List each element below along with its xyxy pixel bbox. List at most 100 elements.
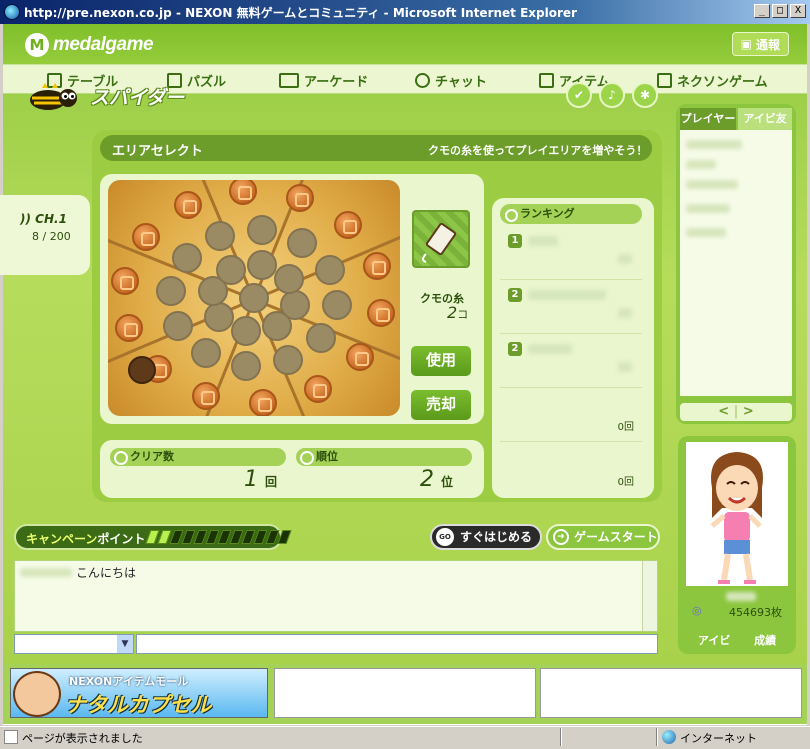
rank-value: 2 位 bbox=[420, 467, 453, 492]
sell-button[interactable]: 売却 bbox=[408, 387, 474, 423]
blurred-player[interactable] bbox=[686, 180, 738, 189]
status-divider bbox=[560, 728, 562, 746]
nav-label: チャット bbox=[435, 75, 487, 90]
ad-banner-item-mall[interactable]: NEXONアイテムモール ナタルカプセル bbox=[10, 668, 268, 718]
ad-slot[interactable] bbox=[540, 668, 802, 718]
medal-cell[interactable] bbox=[132, 223, 161, 252]
avatar-links: アイビ 成績 bbox=[686, 632, 788, 648]
web-cell[interactable] bbox=[314, 255, 345, 286]
web-cell[interactable] bbox=[321, 289, 352, 320]
web-center-cell[interactable] bbox=[239, 283, 269, 313]
campaign-label-a: キャンペーン bbox=[26, 532, 98, 546]
blurred-sender bbox=[20, 568, 72, 577]
medal-cell[interactable] bbox=[248, 388, 277, 416]
web-cell[interactable] bbox=[261, 311, 292, 342]
channel-count: 8 / 200 bbox=[32, 230, 71, 243]
title-bar[interactable]: http://pre.nexon.co.jp - NEXON 無料ゲームとコミュ… bbox=[0, 0, 810, 24]
medal-cell[interactable] bbox=[333, 210, 362, 239]
campaign-label-b: ポイント bbox=[97, 532, 146, 546]
stats-link[interactable]: 成績 bbox=[754, 632, 776, 648]
chat-target-select[interactable]: ▼ bbox=[14, 634, 134, 654]
web-cell[interactable] bbox=[163, 310, 194, 341]
medal-cell[interactable] bbox=[286, 184, 315, 213]
blurred-name bbox=[528, 290, 606, 300]
quick-start-button[interactable]: GO すぐはじめる bbox=[430, 524, 542, 550]
spider-web-board[interactable] bbox=[108, 180, 400, 416]
web-cell[interactable] bbox=[216, 254, 247, 285]
web-cell[interactable] bbox=[204, 221, 235, 251]
medal-cell[interactable] bbox=[229, 180, 258, 206]
prev-page-button[interactable]: < bbox=[718, 404, 729, 419]
nav-item-nexon-games[interactable]: ネクソンゲーム bbox=[657, 71, 768, 90]
web-cell[interactable] bbox=[230, 316, 261, 347]
nav-item-chat[interactable]: チャット bbox=[415, 71, 487, 90]
medal-cell[interactable] bbox=[115, 314, 144, 343]
nav-label: ネクソンゲーム bbox=[677, 75, 768, 90]
ranking-row: 2 bbox=[500, 282, 642, 334]
web-cell[interactable] bbox=[156, 276, 187, 307]
blurred-player[interactable] bbox=[686, 140, 742, 149]
medal-cell[interactable] bbox=[366, 298, 395, 327]
blurred-score bbox=[618, 308, 632, 318]
web-cell[interactable] bbox=[273, 264, 304, 295]
web-cell[interactable] bbox=[204, 301, 235, 332]
player-list bbox=[680, 130, 792, 396]
medal-cell[interactable] bbox=[111, 267, 140, 296]
item-count: 2コ bbox=[447, 303, 468, 322]
medal-cell[interactable] bbox=[362, 251, 391, 280]
web-cell[interactable] bbox=[247, 215, 278, 246]
tab-aibi-friends[interactable]: アイビ友 bbox=[738, 108, 792, 130]
medal-cell[interactable] bbox=[303, 374, 332, 403]
report-button[interactable]: ▣ 通報 bbox=[731, 32, 789, 56]
campaign-gauge bbox=[145, 530, 292, 544]
use-button[interactable]: 使用 bbox=[408, 343, 474, 379]
badge-icon: ✔ bbox=[573, 88, 585, 102]
maximize-button[interactable]: □ bbox=[772, 4, 788, 18]
web-cell[interactable] bbox=[190, 338, 221, 369]
aibi-link[interactable]: アイビ bbox=[698, 632, 730, 648]
page-icon bbox=[4, 730, 18, 744]
channel-name: CH.1 bbox=[35, 212, 67, 226]
medal-cell[interactable] bbox=[174, 191, 203, 220]
blurred-name bbox=[528, 236, 558, 246]
minimize-button[interactable]: _ bbox=[754, 4, 770, 18]
web-cell[interactable] bbox=[306, 322, 337, 353]
blurred-score bbox=[618, 254, 632, 264]
window-title: http://pre.nexon.co.jp - NEXON 無料ゲームとコミュ… bbox=[24, 5, 577, 20]
web-cell[interactable] bbox=[273, 344, 304, 375]
chat-scrollbar[interactable] bbox=[642, 561, 657, 631]
blurred-player[interactable] bbox=[686, 160, 716, 169]
tab-players[interactable]: プレイヤー bbox=[680, 108, 736, 130]
next-page-button[interactable]: > bbox=[743, 404, 754, 419]
avatar bbox=[686, 442, 788, 586]
spider-thread-icon bbox=[412, 210, 470, 268]
ad-banner-top-text: NEXONアイテムモール bbox=[69, 675, 189, 688]
cleared-cell[interactable] bbox=[128, 356, 156, 384]
medal-cell[interactable] bbox=[191, 381, 220, 410]
nav-item-arcade[interactable]: アーケード bbox=[279, 71, 368, 90]
sound-button[interactable]: ♪ bbox=[599, 82, 625, 108]
go-icon: GO bbox=[436, 528, 454, 546]
medalgame-logo[interactable]: M medalgame bbox=[25, 33, 154, 57]
blurred-username bbox=[726, 592, 756, 601]
nav-label: アーケード bbox=[304, 75, 369, 90]
chevron-down-icon[interactable]: ▼ bbox=[117, 635, 133, 653]
game-start-button[interactable]: ➜ ゲームスタート bbox=[546, 524, 660, 550]
channel-label: )) CH.1 bbox=[20, 212, 67, 226]
ad-slot[interactable] bbox=[274, 668, 536, 718]
rank-badge: 2 bbox=[508, 288, 522, 302]
blurred-player[interactable] bbox=[686, 228, 726, 237]
web-cell[interactable] bbox=[171, 243, 202, 274]
web-cell[interactable] bbox=[247, 249, 278, 280]
web-cell[interactable] bbox=[230, 350, 261, 381]
badge-button[interactable]: ✔ bbox=[566, 82, 592, 108]
settings-button[interactable]: ✱ bbox=[632, 82, 658, 108]
medal-cell[interactable] bbox=[345, 342, 374, 371]
ranking-row: 1 bbox=[500, 228, 642, 280]
status-text: ページが表示されました bbox=[22, 732, 143, 745]
web-cell[interactable] bbox=[287, 227, 318, 258]
chat-input[interactable] bbox=[136, 634, 658, 654]
close-button[interactable]: X bbox=[790, 4, 806, 18]
medal-count-value: 454693枚 bbox=[729, 606, 782, 619]
blurred-player[interactable] bbox=[686, 204, 730, 213]
